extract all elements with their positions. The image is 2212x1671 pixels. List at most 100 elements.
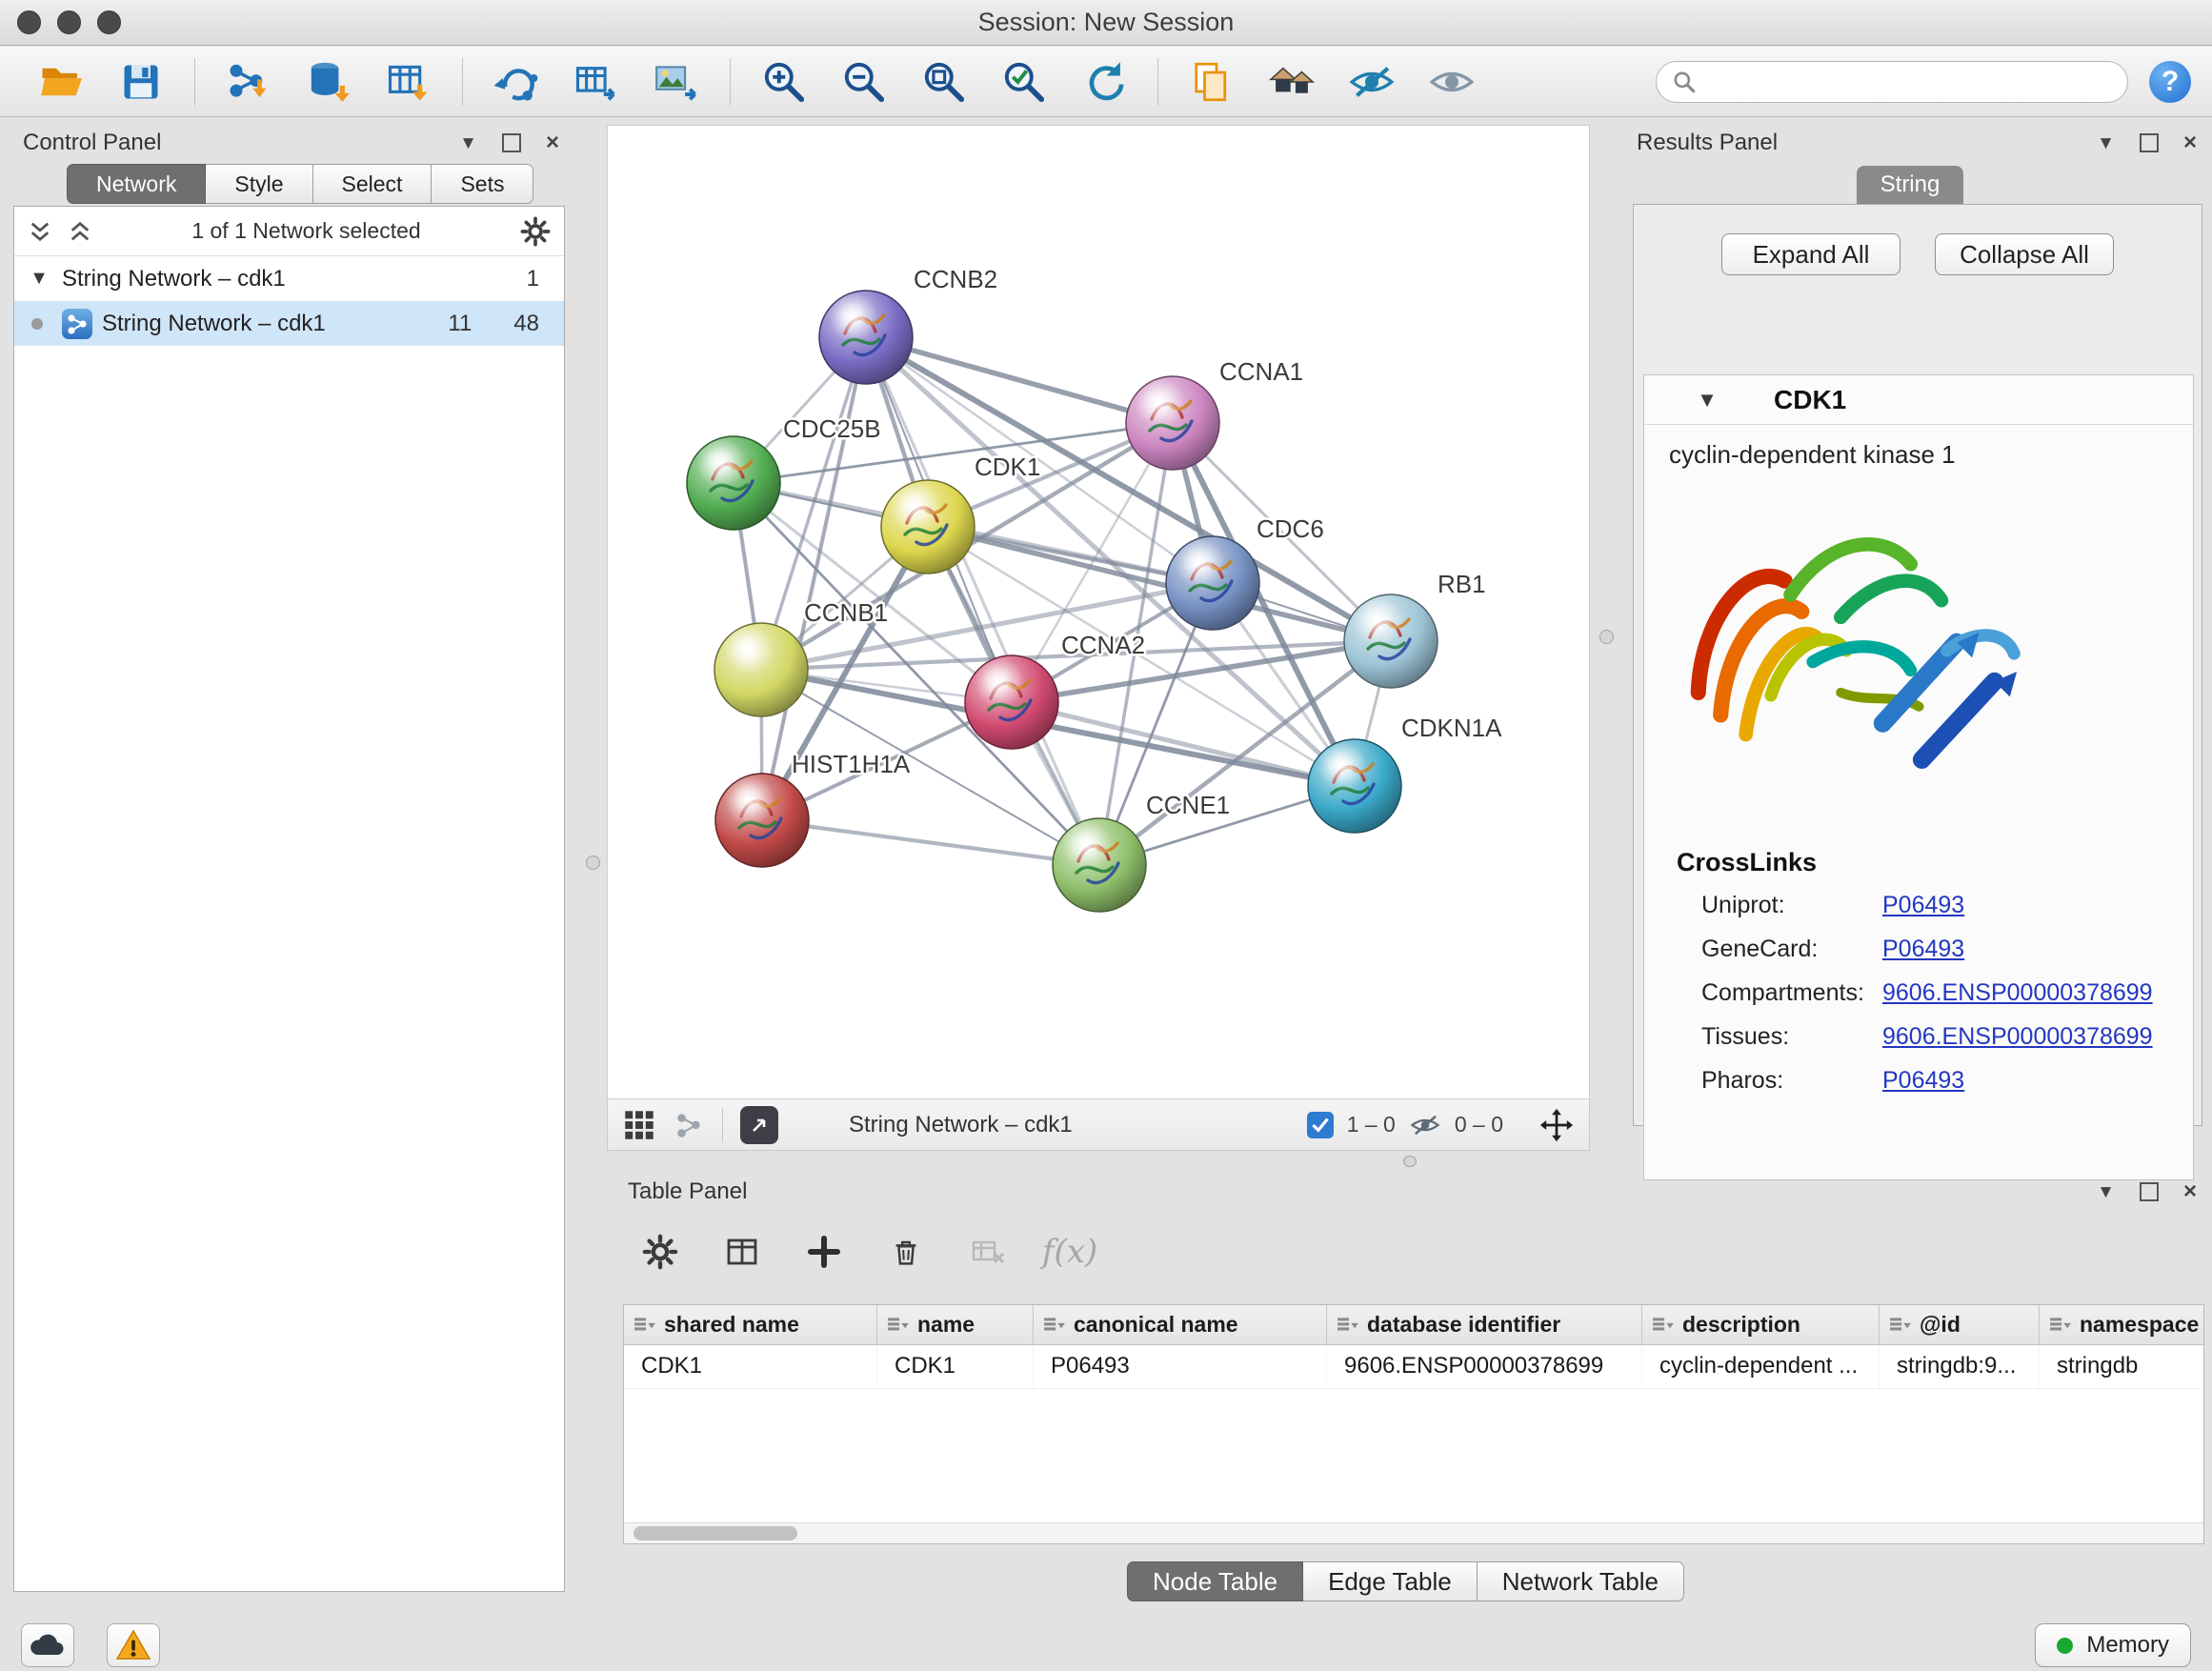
search-input[interactable] xyxy=(1706,70,2112,94)
warnings-button[interactable] xyxy=(107,1623,160,1667)
tab-style[interactable]: Style xyxy=(206,164,312,204)
detach-view-button[interactable] xyxy=(740,1106,778,1144)
network-node-CCNE1[interactable] xyxy=(1053,818,1146,912)
home-button[interactable] xyxy=(1264,53,1319,111)
expand-all-icon[interactable] xyxy=(68,219,92,244)
toolbar-search[interactable] xyxy=(1656,61,2128,103)
panel-close-icon[interactable]: × xyxy=(546,131,559,154)
network-node-CDC25B[interactable] xyxy=(687,436,780,530)
gear-icon[interactable] xyxy=(520,216,551,247)
left-splitter-handle[interactable] xyxy=(586,856,600,870)
collapse-all-icon[interactable] xyxy=(28,219,52,244)
table-cell-canonical-name[interactable]: P06493 xyxy=(1034,1345,1327,1388)
edge-CCNB2-CCNE1[interactable] xyxy=(866,337,1099,865)
panel-close-icon[interactable]: × xyxy=(2183,131,2197,154)
zoom-out-button[interactable] xyxy=(836,53,892,111)
tab-select[interactable]: Select xyxy=(313,164,432,204)
network-node-RB1[interactable] xyxy=(1344,594,1438,688)
table-cell-database-identifier[interactable]: 9606.ENSP00000378699 xyxy=(1327,1345,1642,1388)
edge-CCNB2-HIST1H1A[interactable] xyxy=(762,337,866,820)
crosslink-value-link[interactable]: P06493 xyxy=(1882,1067,1964,1095)
cloud-status-button[interactable] xyxy=(21,1623,74,1667)
import-network-database-button[interactable] xyxy=(301,53,356,111)
network-from-table-button[interactable] xyxy=(569,53,624,111)
column-header-id[interactable]: @id xyxy=(1880,1305,2040,1344)
hide-selected-button[interactable] xyxy=(1344,53,1399,111)
new-network-button[interactable] xyxy=(489,53,544,111)
expand-all-button[interactable]: Expand All xyxy=(1721,233,1900,275)
network-row-selected[interactable]: String Network – cdk1 11 48 xyxy=(14,301,564,346)
network-node-HIST1H1A[interactable] xyxy=(715,774,809,867)
column-header-namespace[interactable]: namespace xyxy=(2040,1305,2204,1344)
network-node-CCNB2[interactable] xyxy=(819,291,913,384)
column-header-canonical-name[interactable]: canonical name xyxy=(1034,1305,1327,1344)
column-header-database-identifier[interactable]: database identifier xyxy=(1327,1305,1642,1344)
crosslink-value-link[interactable]: 9606.ENSP00000378699 xyxy=(1882,1023,2153,1051)
panel-collapse-icon[interactable]: ▼ xyxy=(459,134,477,152)
delete-column-button[interactable] xyxy=(881,1227,931,1277)
collapse-all-button[interactable]: Collapse All xyxy=(1935,233,2114,275)
panel-float-icon[interactable] xyxy=(502,133,521,152)
network-collection-row[interactable]: ▼ String Network – cdk1 1 xyxy=(14,256,564,301)
tree-expand-icon[interactable]: ▼ xyxy=(26,268,52,290)
tab-string[interactable]: String xyxy=(1857,166,1963,204)
panel-collapse-icon[interactable]: ▼ xyxy=(2097,134,2115,152)
table-row[interactable]: CDK1CDK1P064939606.ENSP00000378699cyclin… xyxy=(624,1345,2203,1389)
tab-network-table[interactable]: Network Table xyxy=(1478,1561,1684,1601)
network-node-CDC6[interactable] xyxy=(1166,536,1259,630)
help-button[interactable]: ? xyxy=(2149,61,2191,103)
table-cell-namespace[interactable]: stringdb xyxy=(2040,1345,2204,1388)
copy-button[interactable] xyxy=(1184,53,1239,111)
import-network-file-button[interactable] xyxy=(221,53,276,111)
network-node-CCNB1[interactable] xyxy=(714,623,808,716)
edge-HIST1H1A-CCNE1[interactable] xyxy=(762,820,1099,865)
tab-sets[interactable]: Sets xyxy=(432,164,533,204)
bottom-splitter-handle[interactable] xyxy=(1403,1156,1417,1167)
tab-edge-table[interactable]: Edge Table xyxy=(1303,1561,1478,1601)
refresh-view-button[interactable] xyxy=(1076,53,1132,111)
card-collapse-icon[interactable]: ▼ xyxy=(1694,388,1720,413)
table-cell-name[interactable]: CDK1 xyxy=(877,1345,1034,1388)
share-view-icon[interactable] xyxy=(673,1109,705,1141)
zoom-fit-button[interactable] xyxy=(916,53,972,111)
minimize-window-button[interactable] xyxy=(57,10,81,34)
crosslink-value-link[interactable]: P06493 xyxy=(1882,892,1964,919)
network-canvas[interactable]: CCNB2CCNA1CDC25BCDK1CDC6RB1CCNB1CCNA2CDK… xyxy=(607,125,1590,1099)
network-node-CDK1[interactable] xyxy=(881,480,975,574)
open-session-button[interactable] xyxy=(33,53,89,111)
panel-collapse-icon[interactable]: ▼ xyxy=(2097,1183,2115,1201)
panel-close-icon[interactable]: × xyxy=(2183,1180,2197,1203)
clear-table-button[interactable] xyxy=(963,1227,1013,1277)
crosslink-value-link[interactable]: P06493 xyxy=(1882,936,1964,963)
network-node-CCNA2[interactable] xyxy=(965,655,1058,749)
table-cell-description[interactable]: cyclin-dependent ... xyxy=(1642,1345,1880,1388)
table-horizontal-scrollbar[interactable] xyxy=(623,1522,2204,1544)
right-splitter-handle[interactable] xyxy=(1599,630,1614,644)
column-header-shared-name[interactable]: shared name xyxy=(624,1305,877,1344)
hidden-eye-icon[interactable] xyxy=(1409,1109,1441,1141)
column-header-description[interactable]: description xyxy=(1642,1305,1880,1344)
export-image-button[interactable] xyxy=(649,53,704,111)
function-builder-button[interactable]: f(x) xyxy=(1045,1227,1095,1277)
memory-button[interactable]: Memory xyxy=(2035,1623,2191,1667)
tab-network[interactable]: Network xyxy=(67,164,206,204)
close-window-button[interactable] xyxy=(17,10,41,34)
panel-float-icon[interactable] xyxy=(2140,1182,2159,1201)
import-table-button[interactable] xyxy=(381,53,436,111)
network-node-CDKN1A[interactable] xyxy=(1308,739,1401,833)
save-session-button[interactable] xyxy=(113,53,169,111)
maximize-window-button[interactable] xyxy=(97,10,121,34)
add-column-button[interactable] xyxy=(799,1227,849,1277)
network-node-CCNA1[interactable] xyxy=(1126,376,1219,470)
pan-crosshair-icon[interactable] xyxy=(1539,1108,1574,1142)
scrollbar-thumb[interactable] xyxy=(633,1526,797,1540)
column-header-name[interactable]: name xyxy=(877,1305,1034,1344)
zoom-selected-button[interactable] xyxy=(996,53,1052,111)
table-cell-id[interactable]: stringdb:9... xyxy=(1880,1345,2040,1388)
tab-node-table[interactable]: Node Table xyxy=(1127,1561,1303,1601)
crosslink-value-link[interactable]: 9606.ENSP00000378699 xyxy=(1882,979,2153,1007)
grid-view-icon[interactable] xyxy=(623,1109,655,1141)
show-all-button[interactable] xyxy=(1424,53,1479,111)
selected-checkbox-icon[interactable] xyxy=(1307,1112,1334,1138)
table-cell-shared-name[interactable]: CDK1 xyxy=(624,1345,877,1388)
